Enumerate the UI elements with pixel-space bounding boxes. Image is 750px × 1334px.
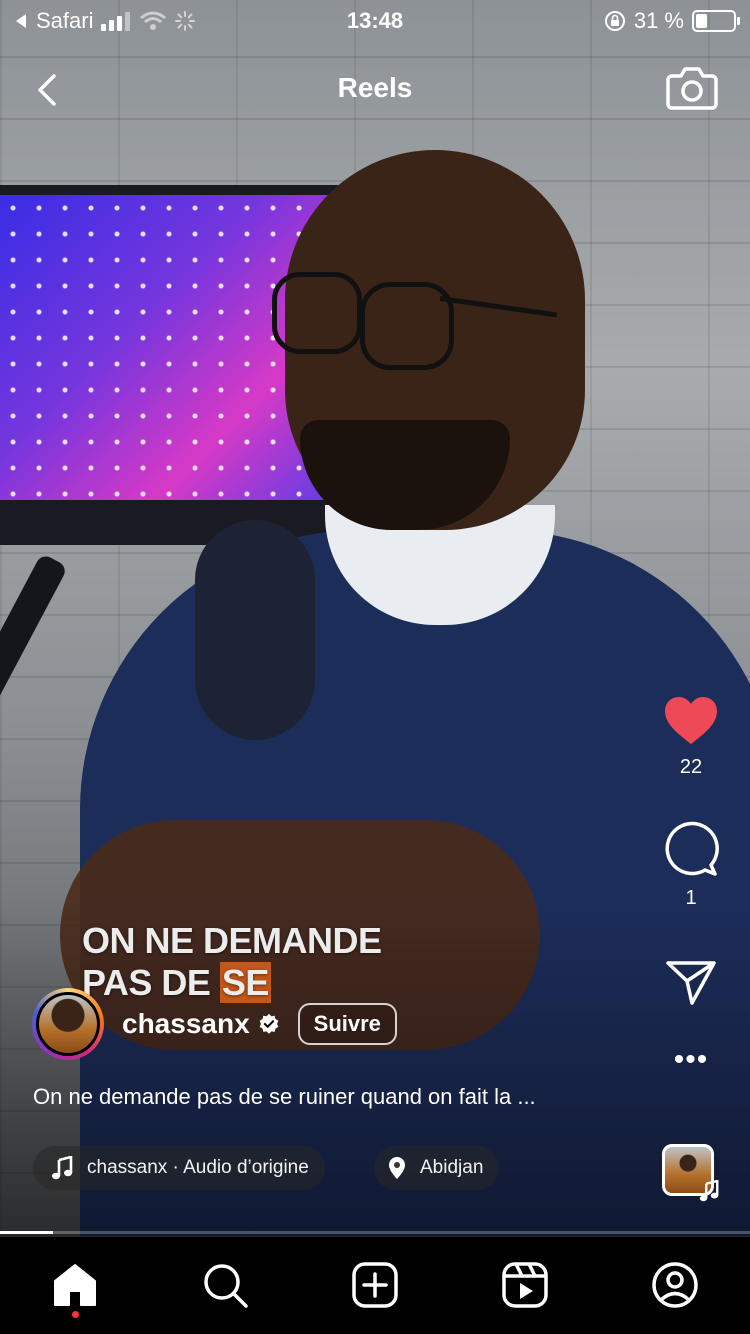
home-icon[interactable] xyxy=(51,1261,99,1309)
comment-count: 1 xyxy=(685,887,697,909)
create-icon[interactable] xyxy=(351,1261,399,1309)
audio-pill[interactable]: chassanx · Audio d’origine xyxy=(33,1146,325,1190)
reels-icon[interactable] xyxy=(501,1261,549,1309)
search-icon[interactable] xyxy=(201,1261,249,1309)
action-column: 22 1 ••• xyxy=(662,696,720,1075)
bottom-nav xyxy=(0,1236,750,1334)
location-pill[interactable]: Abidjan xyxy=(374,1146,500,1190)
avatar xyxy=(36,992,100,1056)
audio-label: chassanx · Audio d’origine xyxy=(87,1157,309,1178)
author-story-ring[interactable] xyxy=(32,988,104,1060)
camera-icon[interactable] xyxy=(666,64,718,112)
video-subtitle-line1: ON NE DEMANDE xyxy=(82,920,382,961)
author-row: chassanx Suivre xyxy=(32,986,397,1062)
video-progress-fill xyxy=(0,1231,53,1234)
post-caption[interactable]: On ne demande pas de se ruiner quand on … xyxy=(33,1084,536,1110)
status-right: 31 % xyxy=(604,8,740,34)
like-count: 22 xyxy=(679,756,703,778)
status-bar: Safari 13:48 31 % xyxy=(0,0,750,40)
page-title: Reels xyxy=(337,72,413,103)
location-pin-icon xyxy=(389,1157,405,1179)
follow-button[interactable]: Suivre xyxy=(297,1003,397,1045)
more-options-icon[interactable]: ••• xyxy=(662,1045,720,1075)
author-username[interactable]: chassanx xyxy=(122,1008,250,1040)
orientation-lock-icon xyxy=(604,11,625,31)
battery-icon xyxy=(692,10,740,32)
music-note-icon xyxy=(52,1156,73,1180)
audio-thumbnail-note-icon xyxy=(699,1180,719,1202)
home-active-indicator xyxy=(72,1311,79,1318)
battery-level xyxy=(696,14,708,28)
battery-percent: 31 % xyxy=(633,8,684,33)
video-progress-bar[interactable] xyxy=(0,1231,750,1234)
verified-badge-icon xyxy=(259,1013,278,1034)
microphone xyxy=(195,520,315,740)
reels-screen: ON NE DEMANDE PAS DE SE Safari 13:48 31 … xyxy=(0,0,750,1334)
location-label: Abidjan xyxy=(420,1157,484,1178)
reels-header: Reels xyxy=(0,60,750,120)
share-send-icon[interactable] xyxy=(665,958,717,1006)
glasses-left-lens xyxy=(272,272,362,354)
like-heart-icon[interactable] xyxy=(663,696,719,746)
comment-icon[interactable] xyxy=(663,821,719,877)
profile-icon[interactable] xyxy=(651,1261,699,1309)
